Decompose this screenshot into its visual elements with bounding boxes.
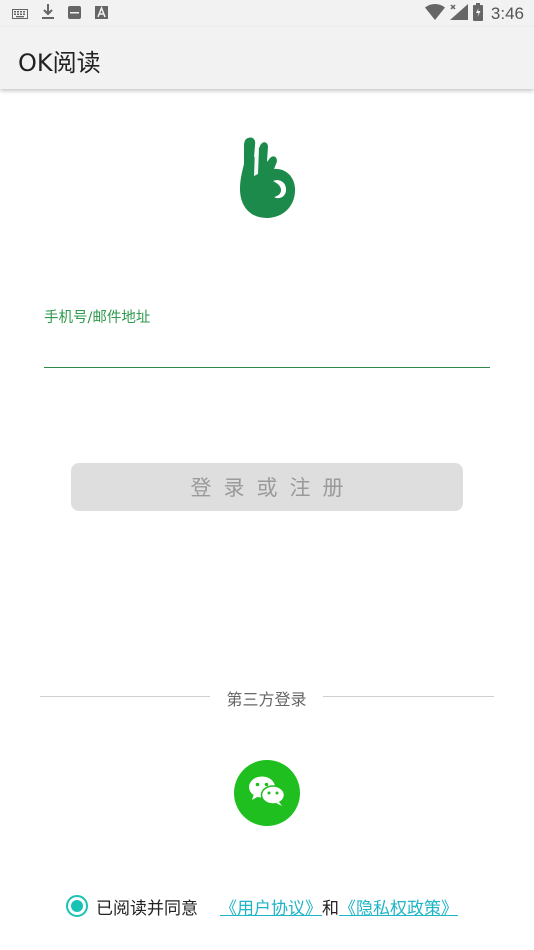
wifi-icon — [424, 3, 445, 24]
third-party-login-label: 第三方登录 — [226, 690, 307, 709]
divider-right — [323, 696, 494, 697]
keyboard-icon — [12, 4, 28, 23]
login-register-button[interactable]: 登录或注册 — [71, 463, 463, 511]
input-label: 手机号/邮件地址 — [44, 310, 151, 326]
battery-icon — [472, 2, 483, 25]
phone-email-input[interactable] — [44, 332, 490, 368]
ok-hand-logo-icon — [236, 136, 298, 222]
agree-text: 已阅读并同意 — [96, 898, 198, 919]
divider-left — [40, 696, 210, 697]
privacy-policy-link[interactable]: 《隐私权政策》 — [339, 894, 458, 919]
status-system-icons: 3:46 — [424, 0, 524, 27]
font-a-icon — [95, 4, 108, 23]
agreement-row: 已阅读并同意 《用户协议》 和 《隐私权政策》 — [66, 893, 458, 919]
sd-card-icon — [68, 4, 81, 23]
app-bar: OK阅读 — [0, 27, 534, 89]
status-time: 3:46 — [490, 3, 524, 23]
status-notification-icons — [0, 4, 108, 23]
app-title: OK阅读 — [18, 49, 101, 77]
wechat-icon — [248, 775, 286, 811]
status-bar: 3:46 — [0, 0, 534, 27]
signal-icon — [449, 3, 468, 24]
and-text: 和 — [322, 898, 339, 919]
radio-checked-dot — [71, 900, 83, 912]
user-agreement-link[interactable]: 《用户协议》 — [220, 894, 322, 919]
wechat-login-button[interactable] — [234, 760, 300, 826]
agree-radio[interactable] — [66, 895, 88, 917]
download-icon — [42, 4, 54, 23]
